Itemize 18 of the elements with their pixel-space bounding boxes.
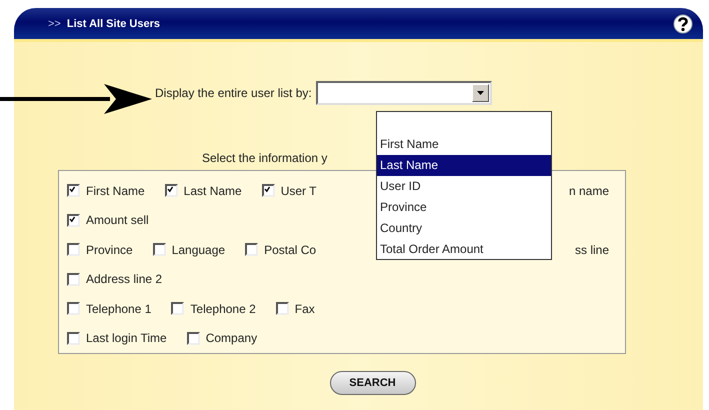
checkbox-label: Telephone 2 [190, 302, 256, 316]
checkbox-label: Address line 2 [86, 272, 162, 286]
checkbox-label: ss line [574, 242, 609, 257]
chevron-prefix: >> [48, 18, 61, 30]
checkbox-label: Fax [294, 302, 315, 316]
checkbox-label: Last Name [184, 184, 242, 198]
checkbox-label: Company [206, 331, 258, 346]
checkbox-label: n name [568, 184, 609, 198]
checkbox-label: Amount sell [86, 213, 149, 228]
checkbox-label: First Name [86, 184, 145, 198]
panel-title: List All Site Users [66, 18, 160, 30]
checkbox-label: Telephone 1 [86, 302, 152, 316]
display-by-label: Display the entire user list by: [155, 86, 312, 100]
checkbox-label: Last login Time [86, 331, 167, 346]
checkbox-label: Postal Co [264, 242, 316, 257]
checkbox-label: Province [86, 242, 133, 257]
checkbox-label: Language [172, 242, 226, 257]
checkbox-label: User T [280, 184, 316, 198]
